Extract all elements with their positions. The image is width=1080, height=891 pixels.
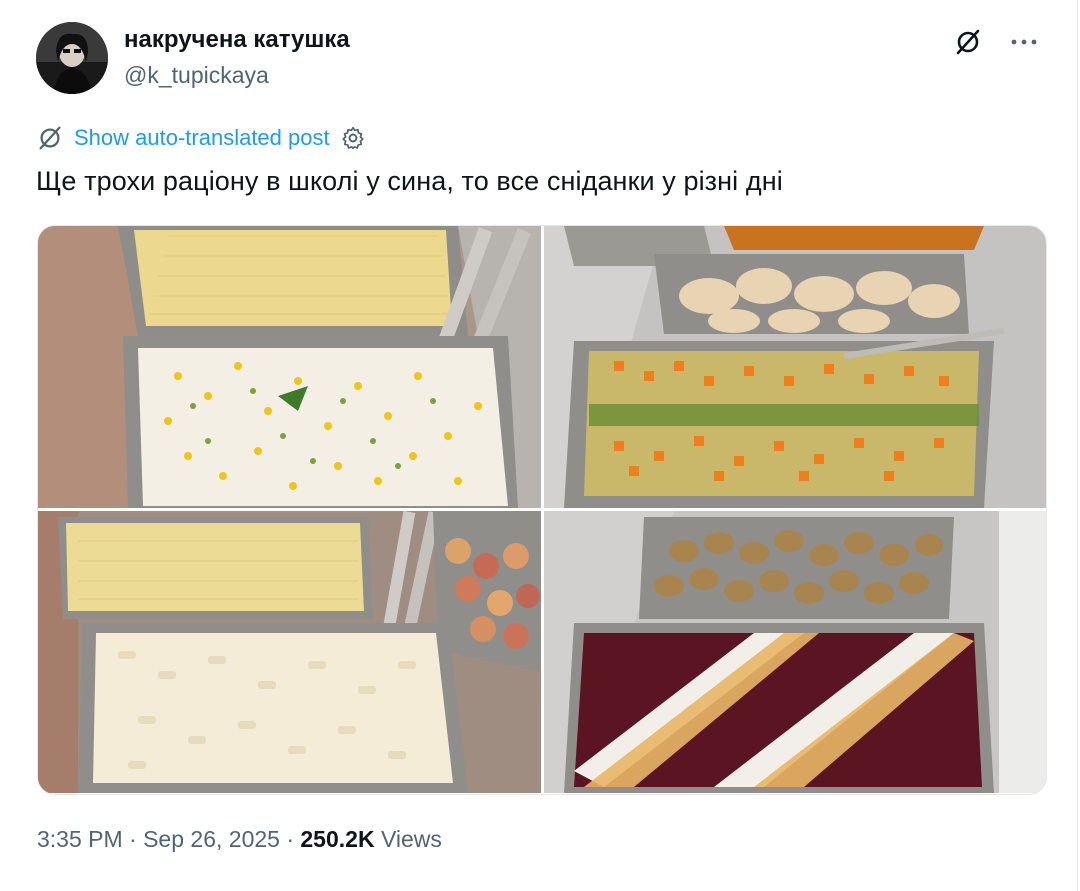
food-tray-photo-icon [544,226,1046,508]
translate-row: Show auto-translated post [36,124,366,152]
translation-settings-icon[interactable] [340,125,366,151]
grok-button[interactable] [950,24,986,60]
post-text: Ще трохи раціону в школі у сина, то все … [36,166,783,196]
post-timestamp[interactable]: 3:35 PM · Sep 26, 2025 · [37,826,300,852]
views-label: Views [374,826,442,852]
media-grid [37,225,1047,795]
avatar-image [36,22,108,94]
author-handle[interactable]: @k_tupickaya [124,62,269,89]
author-display-name[interactable]: накручена катушка [124,26,350,54]
views-count: 250.2K [300,826,375,852]
grok-translate-icon [39,126,61,150]
photo-3[interactable] [38,511,541,793]
food-tray-photo-icon [38,511,541,793]
food-tray-photo-icon [38,226,541,508]
avatar[interactable] [36,22,108,94]
grok-icon [956,29,980,55]
photo-2[interactable] [544,226,1046,508]
card-border [1077,0,1078,891]
post-metadata: 3:35 PM · Sep 26, 2025 · 250.2K Views [37,826,442,853]
photo-4[interactable] [544,511,1046,793]
more-options-button[interactable] [1006,24,1042,60]
post-top-actions [950,24,1042,60]
more-dots-icon [1011,39,1037,45]
food-tray-photo-icon [544,511,1046,793]
show-translation-link[interactable]: Show auto-translated post [74,125,330,151]
photo-1[interactable] [38,226,541,508]
